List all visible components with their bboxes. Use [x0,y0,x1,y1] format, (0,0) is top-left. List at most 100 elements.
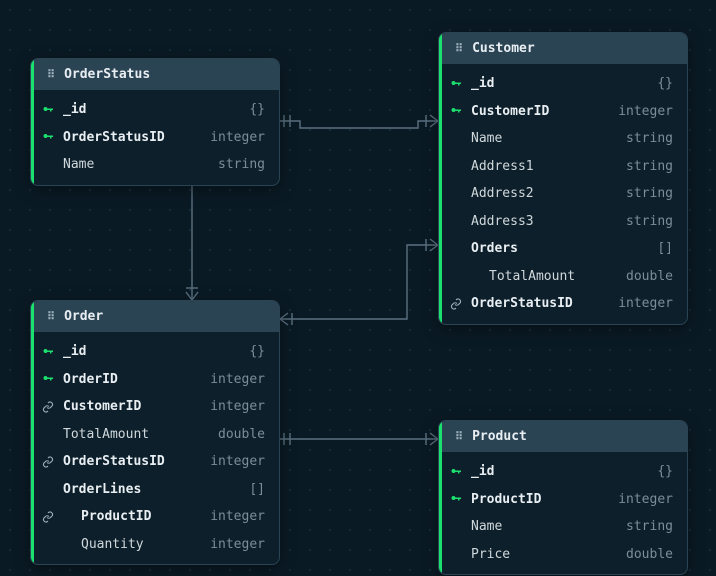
field-row[interactable]: OrderStatusID integer [31,448,279,476]
field-row[interactable]: OrderStatusID integer [31,124,279,152]
field-name: OrderLines [63,480,241,500]
entity-orderStatus[interactable]: ⠿OrderStatus_id{}OrderStatusIDintegerNam… [30,58,280,186]
field-type: integer [210,535,265,555]
key-icon [449,493,463,505]
field-type: integer [618,490,673,510]
drag-handle-icon: ⠿ [47,68,56,81]
field-row[interactable]: Address3 string [439,208,687,236]
field-type: string [626,129,673,149]
field-name: _id [471,74,649,94]
drag-handle-icon: ⠿ [47,310,56,323]
entity-header[interactable]: ⠿ Customer [439,33,687,64]
field-row[interactable]: _id {} [439,70,687,98]
field-row[interactable]: Address1 string [439,153,687,181]
field-name: OrderStatusID [63,128,202,148]
field-type: double [218,425,265,445]
link-icon [41,456,55,468]
field-type: integer [210,507,265,527]
field-name: OrderStatusID [63,452,202,472]
field-type: {} [249,100,265,120]
field-type: integer [210,128,265,148]
entity-body: _id {} ProductIDinteger Name string Price doub… [439,452,687,574]
link-icon [41,511,55,523]
field-row[interactable]: Address2string [439,180,687,208]
field-type: string [626,212,673,232]
field-row[interactable]: Quantity integer [31,531,279,559]
entity-title: Customer [472,41,535,56]
field-name: TotalAmount [63,425,210,445]
field-row[interactable]: Name string [31,151,279,179]
field-row[interactable]: _id {} [439,458,687,486]
field-type: integer [210,370,265,390]
field-type: integer [618,102,673,122]
field-type: integer [210,452,265,472]
entity-title: Order [64,309,103,324]
field-name: Name [471,517,618,537]
entity-header[interactable]: ⠿ Order [31,301,279,332]
link-icon [449,298,463,310]
entity-body: _id {} OrderStatusID integerName string [31,90,279,185]
field-name: TotalAmount [471,267,618,287]
field-row[interactable]: OrderStatusID integer [439,290,687,318]
field-row[interactable]: TotalAmount double [31,421,279,449]
key-icon [449,78,463,90]
field-name: _id [63,100,241,120]
entity-header[interactable]: ⠿ OrderStatus [31,59,279,90]
field-row[interactable]: Price double [439,541,687,569]
field-name: Address2 [471,184,618,204]
key-icon [41,131,55,143]
key-icon [41,104,55,116]
field-name: Address1 [471,157,618,177]
field-type: {} [657,462,673,482]
entity-body: _id{}CustomerIDintegerNamestringAddress1… [439,64,687,324]
field-row[interactable]: _id{} [31,338,279,366]
field-type: integer [618,294,673,314]
field-name: Name [63,155,210,175]
entity-customer[interactable]: ⠿ Customer _id {} CustomerID integer Namestrin… [438,32,688,325]
field-name: Address3 [471,212,618,232]
field-name: OrderID [63,370,202,390]
field-type: integer [210,397,265,417]
field-type: {} [657,74,673,94]
entity-body: _id{}OrderIDintegerCustomerIDintegerTota… [31,332,279,564]
field-name: _id [63,342,241,362]
field-row[interactable]: TotalAmount double [439,263,687,291]
field-type: string [626,157,673,177]
field-row[interactable]: Name string [439,513,687,541]
field-row[interactable]: ProductIDinteger [439,486,687,514]
field-type: double [626,545,673,565]
field-row[interactable]: Orders [] [439,235,687,263]
field-row[interactable]: CustomerID integer [31,393,279,421]
drag-handle-icon: ⠿ [455,430,464,443]
entity-header[interactable]: ⠿ Product [439,421,687,452]
key-icon [41,346,55,358]
field-name: Price [471,545,618,565]
field-name: OrderStatusID [471,294,610,314]
field-name: ProductID [63,507,202,527]
field-name: Quantity [63,535,202,555]
key-icon [449,466,463,478]
field-row[interactable]: Namestring [439,125,687,153]
field-row[interactable]: ProductID integer [31,503,279,531]
drag-handle-icon: ⠿ [455,42,464,55]
field-name: CustomerID [63,397,202,417]
field-type: string [626,517,673,537]
key-icon [41,373,55,385]
field-type: double [626,267,673,287]
field-type: string [218,155,265,175]
field-name: _id [471,462,649,482]
field-name: CustomerID [471,102,610,122]
key-icon [449,105,463,117]
field-type: [] [249,480,265,500]
entity-title: Product [472,429,527,444]
field-row[interactable]: _id {} [31,96,279,124]
entity-title: OrderStatus [64,67,150,82]
link-icon [41,401,55,413]
entity-order[interactable]: ⠿ Order _id{} OrderID integer CustomerID integ… [30,300,280,565]
field-row[interactable]: CustomerID integer [439,98,687,126]
entity-product[interactable]: ⠿ Product _id {} ProductIDinteger Name string P… [438,420,688,575]
field-row[interactable]: OrderID integer [31,366,279,394]
field-type: [] [657,239,673,259]
field-name: Orders [471,239,649,259]
field-row[interactable]: OrderLines [] [31,476,279,504]
